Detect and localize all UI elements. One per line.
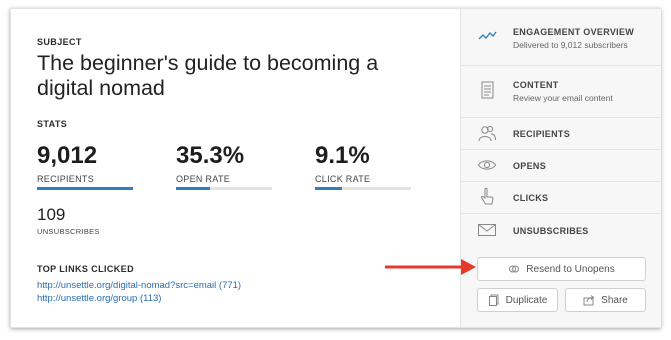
stat-value: 9.1%	[315, 142, 370, 169]
duplicate-label: Duplicate	[505, 294, 548, 306]
subject-text: The beginner's guide to becoming a digit…	[37, 51, 379, 100]
top-link-2[interactable]: http://unsettle.org/group (113)	[37, 293, 161, 304]
share-label: Share	[601, 294, 628, 306]
share-icon	[583, 294, 595, 306]
sidebar-item-subtitle: Delivered to 9,012 subscribers	[513, 40, 628, 50]
report-main-panel: SUBJECT The beginner's guide to becoming…	[11, 9, 460, 327]
unsubscribes-value: 109	[37, 205, 66, 224]
sidebar-item-title: CLICKS	[513, 193, 549, 203]
envelope-icon	[477, 220, 497, 240]
duplicate-button[interactable]: Duplicate	[477, 288, 558, 312]
people-icon	[477, 123, 497, 143]
stat-click-rate: 9.1% CLICK RATE	[315, 143, 415, 190]
campaign-report-card: SUBJECT The beginner's guide to becoming…	[10, 8, 661, 328]
report-sidebar: ENGAGEMENT OVERVIEW Delivered to 9,012 s…	[460, 9, 661, 327]
stat-progress-fill	[315, 187, 342, 190]
line-chart-icon	[477, 27, 497, 47]
sidebar-item-opens[interactable]: OPENS	[461, 149, 661, 182]
sidebar-item-title: RECIPIENTS	[513, 129, 571, 139]
stat-progress-bar	[315, 187, 411, 190]
stat-progress-fill	[37, 187, 133, 190]
stat-open-rate: 35.3% OPEN RATE	[176, 143, 276, 190]
top-links-label: TOP LINKS CLICKED	[37, 264, 134, 274]
pointer-hand-icon	[477, 187, 497, 207]
subject-label: SUBJECT	[37, 37, 82, 47]
stat-recipients: 9,012 RECIPIENTS	[37, 143, 137, 190]
stat-caption: OPEN RATE	[176, 174, 231, 184]
callout-arrow-icon	[385, 259, 476, 275]
stat-progress-fill	[176, 187, 210, 190]
stat-value: 35.3%	[176, 142, 245, 169]
eye-icon	[477, 155, 497, 175]
stats-label: STATS	[37, 119, 68, 129]
stat-caption: RECIPIENTS	[37, 174, 95, 184]
sidebar-item-clicks[interactable]: CLICKS	[461, 181, 661, 214]
stat-progress-bar	[37, 187, 133, 190]
sidebar-item-content[interactable]: CONTENT Review your email content	[461, 65, 661, 118]
resend-to-unopens-button[interactable]: Resend to Unopens	[477, 257, 646, 281]
stat-caption: CLICK RATE	[315, 174, 371, 184]
unsubscribes-caption: UNSUBSCRIBES	[37, 227, 100, 236]
sidebar-item-title: UNSUBSCRIBES	[513, 226, 589, 236]
sidebar-item-recipients[interactable]: RECIPIENTS	[461, 117, 661, 150]
resend-label: Resend to Unopens	[526, 263, 615, 275]
sidebar-item-subtitle: Review your email content	[513, 93, 613, 103]
stat-progress-bar	[176, 187, 272, 190]
sidebar-item-title: ENGAGEMENT OVERVIEW	[513, 27, 635, 37]
sidebar-item-engagement-overview[interactable]: ENGAGEMENT OVERVIEW Delivered to 9,012 s…	[461, 9, 661, 66]
duplicate-icon	[488, 294, 500, 306]
sidebar-item-title: CONTENT	[513, 80, 559, 90]
top-link-1[interactable]: http://unsettle.org/digital-nomad?src=em…	[37, 280, 241, 291]
sidebar-item-title: OPENS	[513, 161, 547, 171]
share-button[interactable]: Share	[565, 288, 646, 312]
stat-value: 9,012	[37, 142, 98, 169]
sidebar-item-unsubscribes[interactable]: UNSUBSCRIBES	[461, 213, 661, 247]
document-icon	[477, 80, 497, 100]
resend-icon	[508, 263, 520, 275]
